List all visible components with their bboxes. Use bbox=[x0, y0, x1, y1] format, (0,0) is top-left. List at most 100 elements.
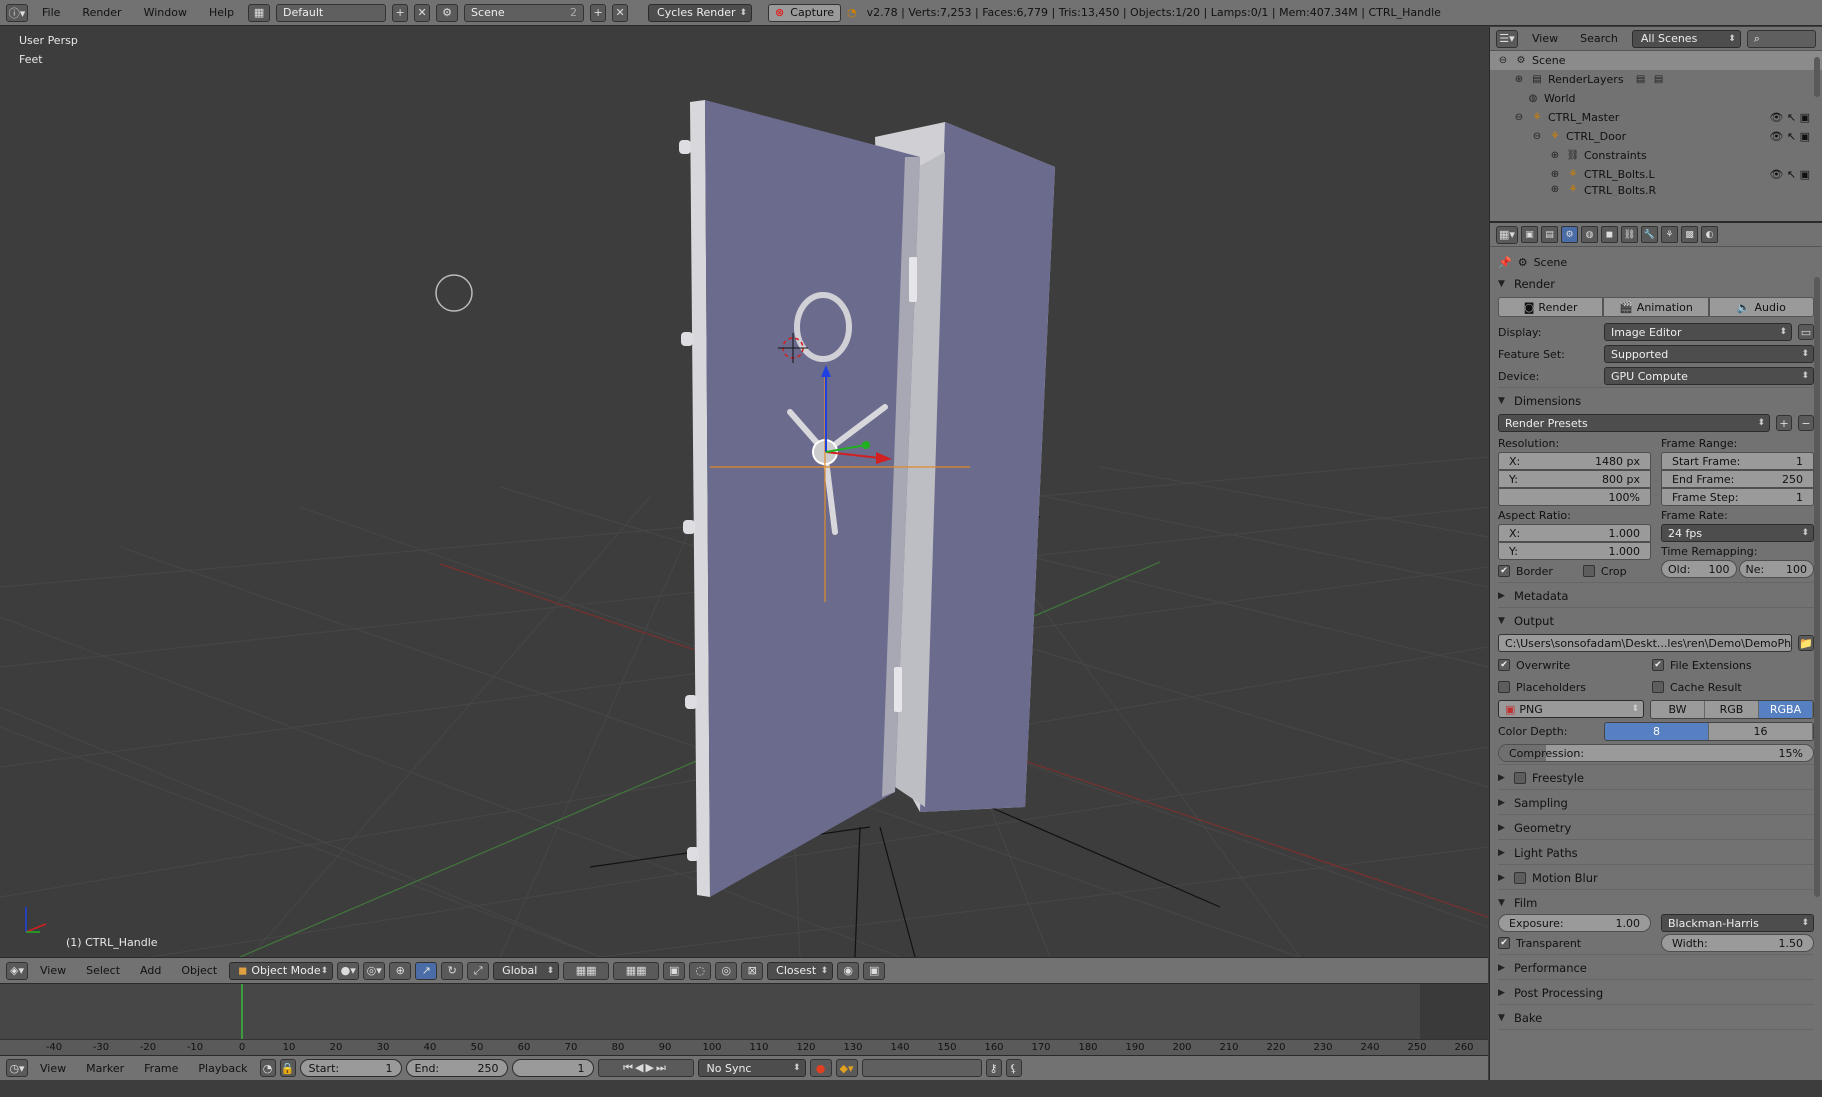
tl-menu-view[interactable]: View bbox=[32, 1062, 74, 1075]
outliner-row-renderlayers[interactable]: ⊕ ▤ RenderLayers ▤ ▤ bbox=[1490, 70, 1822, 89]
render-only-icon[interactable]: ◌ bbox=[689, 961, 712, 980]
crop-checkbox[interactable] bbox=[1582, 565, 1595, 577]
outliner-row-ctrl-door[interactable]: ⊖ ⚘ CTRL_Door 👁 ↖ ▣ bbox=[1490, 127, 1822, 146]
manipulator-toggle-icon[interactable]: ⊕ bbox=[389, 961, 412, 980]
device-select[interactable]: GPU Compute bbox=[1604, 367, 1814, 385]
outliner-menu-view[interactable]: View bbox=[1524, 32, 1566, 45]
film-panel-header[interactable]: ▼ Film bbox=[1498, 892, 1814, 914]
menu-render[interactable]: Render bbox=[74, 6, 129, 19]
menu-file[interactable]: File bbox=[34, 6, 68, 19]
outliner-search-input[interactable]: ⌕ bbox=[1746, 29, 1816, 48]
add-scene-icon[interactable]: + bbox=[590, 3, 607, 22]
aspect-y-field[interactable]: Y: 1.000 bbox=[1498, 542, 1651, 560]
menu-help[interactable]: Help bbox=[201, 6, 242, 19]
menu-select[interactable]: Select bbox=[78, 964, 128, 977]
tl-menu-frame[interactable]: Frame bbox=[136, 1062, 186, 1075]
outliner-row-ctrl-master[interactable]: ⊖ ⚘ CTRL_Master 👁 ↖ ▣ bbox=[1490, 108, 1822, 127]
playhead[interactable] bbox=[241, 984, 243, 1040]
sync-select[interactable]: No Sync bbox=[697, 1059, 806, 1077]
render-image-button[interactable]: ◙ Render bbox=[1498, 297, 1604, 317]
preview-range-icon[interactable]: ◔ bbox=[259, 1059, 276, 1077]
screen-layout-icon[interactable]: ▦ bbox=[248, 3, 271, 22]
tl-menu-marker[interactable]: Marker bbox=[78, 1062, 132, 1075]
performance-panel-header[interactable]: ▶ Performance bbox=[1498, 957, 1814, 979]
row-toggles-icon[interactable]: 👁 ↖ ▣ bbox=[1769, 130, 1810, 143]
timeline-editor-icon[interactable]: ◷▾ bbox=[6, 1059, 28, 1077]
row-toggles-icon[interactable]: 👁 ↖ ▣ bbox=[1769, 168, 1810, 181]
outliner-row-bolts-l[interactable]: ⊕ ⚘ CTRL_Bolts.L 👁 ↖ ▣ bbox=[1490, 165, 1822, 184]
render-engine-select[interactable]: Cycles Render bbox=[648, 3, 753, 22]
menu-window[interactable]: Window bbox=[136, 6, 195, 19]
renderlayers-tab-icon[interactable]: ▤ bbox=[1541, 226, 1558, 243]
properties-editor-icon[interactable]: ▦▾ bbox=[1496, 225, 1518, 244]
render-audio-button[interactable]: 🔈 Audio bbox=[1708, 297, 1814, 317]
pin-icon[interactable]: 📌 bbox=[1498, 256, 1512, 269]
scene-field[interactable]: Scene 2 bbox=[464, 3, 585, 22]
playback-controls-icon[interactable]: ⏮◀▶⏭ bbox=[597, 1059, 694, 1077]
freestyle-checkbox[interactable] bbox=[1514, 772, 1526, 784]
remove-preset-icon[interactable]: − bbox=[1798, 415, 1814, 431]
texture-tab-icon[interactable]: ▩ bbox=[1681, 226, 1698, 243]
color-mode-bw-button[interactable]: BW bbox=[1651, 700, 1705, 718]
outliner-filter-select[interactable]: All Scenes bbox=[1631, 29, 1741, 48]
frame-rate-select[interactable]: 24 fps bbox=[1661, 524, 1814, 542]
freestyle-panel-header[interactable]: ▶ Freestyle bbox=[1498, 767, 1814, 789]
data-tab-icon[interactable]: ⚘ bbox=[1661, 226, 1678, 243]
timeline-area[interactable]: -40 -30 -20 -10 0 10 20 30 40 50 60 70 80 90 100 110 120… bbox=[0, 983, 1488, 1055]
post-processing-panel-header[interactable]: ▶ Post Processing bbox=[1498, 982, 1814, 1004]
layers2-icon[interactable]: ▦▦ bbox=[613, 961, 660, 980]
capture-button[interactable]: ⊗ Capture bbox=[768, 3, 842, 22]
cache-result-checkbox[interactable] bbox=[1652, 681, 1664, 693]
menu-view[interactable]: View bbox=[32, 964, 74, 977]
pivot-icon[interactable]: ◎▾ bbox=[363, 961, 386, 980]
motion-blur-panel-header[interactable]: ▶ Motion Blur bbox=[1498, 867, 1814, 889]
outliner-row-bolts-r[interactable]: ⊕ ⚘ CTRL_Bolts.R bbox=[1490, 184, 1822, 196]
physics-tab-icon[interactable]: ◐ bbox=[1701, 226, 1718, 243]
keying-set-field[interactable] bbox=[861, 1059, 982, 1077]
filter-width-field[interactable]: Width: 1.50 bbox=[1661, 934, 1814, 952]
layout-field[interactable]: Default bbox=[276, 3, 387, 22]
modifiers-tab-icon[interactable]: 🔧 bbox=[1641, 226, 1658, 243]
lock-range-icon[interactable]: 🔒 bbox=[279, 1059, 296, 1077]
metadata-panel-header[interactable]: ▶ Metadata bbox=[1498, 585, 1814, 607]
row-toggles-icon[interactable]: 👁 ↖ ▣ bbox=[1769, 111, 1810, 124]
window-icon[interactable]: ▭ bbox=[1798, 324, 1814, 340]
constraints-tab-icon[interactable]: ⛓ bbox=[1621, 226, 1638, 243]
add-layout-icon[interactable]: + bbox=[392, 3, 409, 22]
bake-panel-header[interactable]: ▼ Bake bbox=[1498, 1007, 1814, 1029]
menu-add[interactable]: Add bbox=[132, 964, 169, 977]
outliner-row-scene[interactable]: ⊖ ⚙ Scene bbox=[1490, 51, 1822, 70]
menu-object[interactable]: Object bbox=[173, 964, 225, 977]
3d-viewport[interactable]: User Persp Feet (1) CTRL_Handle bbox=[0, 27, 1488, 957]
layers-icon[interactable]: ▦▦ bbox=[563, 961, 610, 980]
world-tab-icon[interactable]: ◍ bbox=[1581, 226, 1598, 243]
remap-new-field[interactable]: Ne: 100 bbox=[1738, 560, 1814, 578]
remove-scene-icon[interactable]: ✕ bbox=[612, 3, 629, 22]
object-tab-icon[interactable]: ◼ bbox=[1601, 226, 1618, 243]
render-animation-button[interactable]: 🎬 Animation bbox=[1603, 297, 1709, 317]
outliner-menu-search[interactable]: Search bbox=[1572, 32, 1626, 45]
overwrite-checkbox[interactable]: ✔ bbox=[1498, 659, 1510, 671]
motion-blur-checkbox[interactable] bbox=[1514, 872, 1526, 884]
compression-slider[interactable]: Compression: 15% bbox=[1498, 744, 1814, 762]
editor-type-icon[interactable]: ◈▾ bbox=[6, 961, 28, 980]
end-frame-field[interactable]: End: 250 bbox=[405, 1059, 508, 1077]
outliner-editor-icon[interactable]: ☰▾ bbox=[1496, 29, 1518, 48]
res-x-field[interactable]: X: 1480 px bbox=[1498, 452, 1651, 470]
frame-step-field[interactable]: Frame Step: 1 bbox=[1661, 488, 1814, 506]
color-mode-rgb-button[interactable]: RGB bbox=[1705, 700, 1759, 718]
render-tab-icon[interactable]: ▣ bbox=[1521, 226, 1538, 243]
snap-toggle-icon[interactable]: ⊠ bbox=[741, 961, 764, 980]
file-extensions-checkbox[interactable]: ✔ bbox=[1652, 659, 1664, 671]
file-format-select[interactable]: ▣ PNG bbox=[1498, 700, 1644, 718]
color-depth-8-button[interactable]: 8 bbox=[1605, 722, 1709, 740]
outliner-tree[interactable]: ⊖ ⚙ Scene ⊕ ▤ RenderLayers ▤ ▤ ◍ World ⊖ ⚘ CTRL_M… bbox=[1490, 51, 1822, 223]
opengl-render-icon[interactable]: ◉ bbox=[837, 961, 860, 980]
color-mode-rgba-button[interactable]: RGBA bbox=[1759, 700, 1813, 718]
insert-key-icon[interactable]: ⚷ bbox=[985, 1059, 1002, 1077]
delete-key-icon[interactable]: ⚸ bbox=[1005, 1059, 1022, 1077]
aspect-x-field[interactable]: X: 1.000 bbox=[1498, 524, 1651, 542]
scene-icon[interactable]: ⚙ bbox=[436, 3, 459, 22]
color-depth-16-button[interactable]: 16 bbox=[1709, 722, 1813, 740]
properties-scrollbar[interactable] bbox=[1814, 277, 1820, 897]
